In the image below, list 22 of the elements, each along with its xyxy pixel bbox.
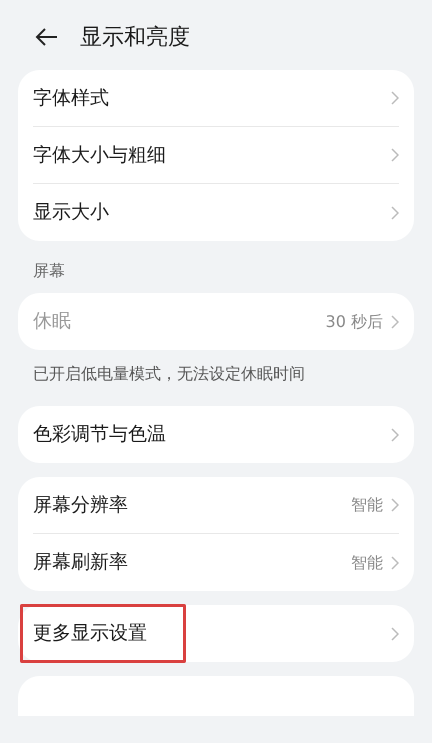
chevron-right-icon	[391, 206, 399, 220]
setting-item[interactable]: 字体样式	[33, 84, 109, 112]
chevron-right-icon	[391, 428, 399, 442]
setting-item[interactable]: 字体大小与粗细	[33, 140, 166, 170]
setting-item[interactable]: 屏幕分辨率	[33, 490, 128, 520]
chevron-right-icon	[391, 556, 399, 570]
back-icon[interactable]	[34, 27, 58, 47]
chevron-right-icon	[391, 91, 399, 105]
chevron-right-icon	[391, 314, 399, 328]
chevron-right-icon	[391, 498, 399, 512]
setting-item[interactable]: 色彩调节与色温	[33, 420, 166, 449]
setting-item[interactable]: 显示大小	[33, 198, 109, 227]
setting-item[interactable]: 屏幕刷新率	[33, 548, 128, 577]
page-title: 显示和亮度	[80, 24, 190, 52]
chevron-right-icon	[391, 626, 399, 640]
note-text: 已开启低电量模式，无法设定休眠时间	[32, 363, 306, 385]
setting-value: 智能	[351, 552, 383, 574]
section-header: 屏幕	[32, 260, 66, 282]
setting-value: 30 秒后	[326, 310, 383, 332]
chevron-right-icon	[391, 148, 399, 162]
setting-item[interactable]: 更多显示设置	[20, 604, 186, 663]
setting-value: 智能	[351, 494, 383, 516]
